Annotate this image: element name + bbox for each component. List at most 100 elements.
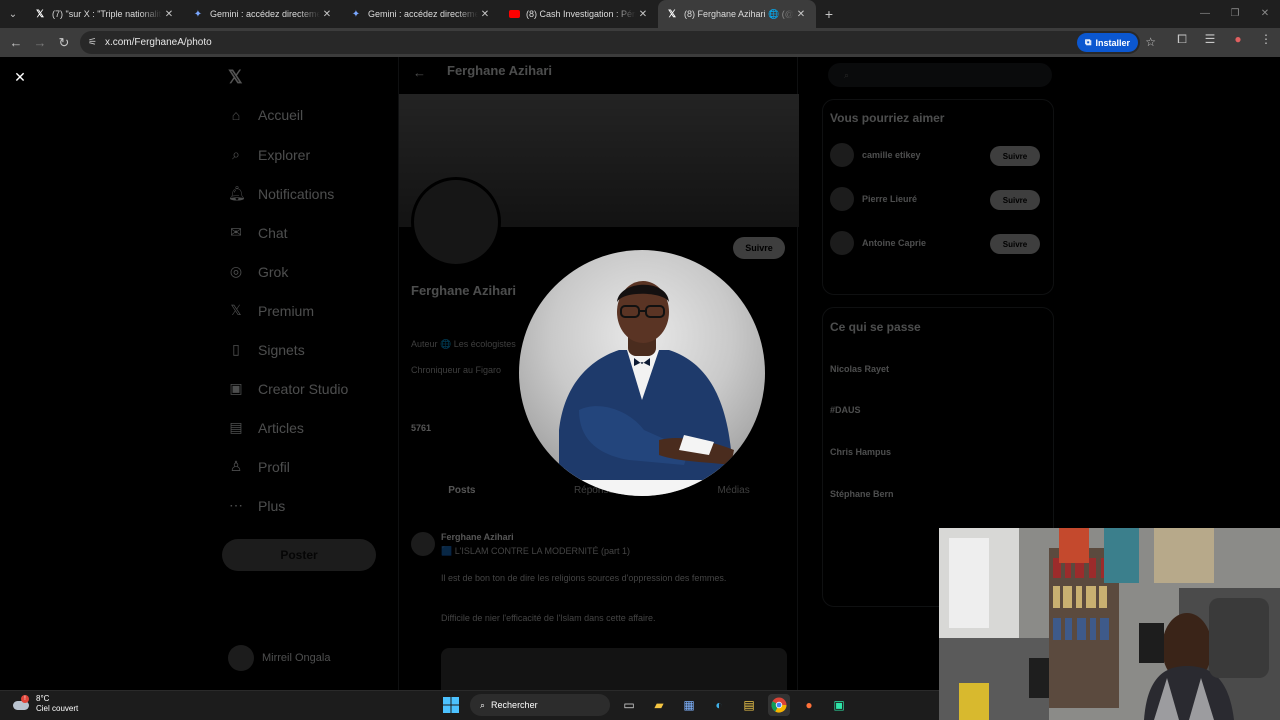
address-bar[interactable]: ⚟ x.com/FerghaneA/photo xyxy=(80,31,1140,54)
nav-label: Plus xyxy=(258,497,286,514)
task-view-icon[interactable]: ▭ xyxy=(618,694,640,716)
trend-item[interactable]: Chris Hampus xyxy=(830,447,891,457)
account-switcher[interactable]: Mirreil Ongala xyxy=(228,645,330,671)
nav-label: Articles xyxy=(258,419,304,436)
avatar xyxy=(830,187,854,211)
webcam-overlay xyxy=(939,528,1280,720)
nav-item-chat[interactable]: ✉ Chat xyxy=(228,224,287,241)
avatar xyxy=(228,645,254,671)
back-arrow-icon[interactable]: ← xyxy=(413,65,426,80)
x-logo-icon[interactable]: 𝕏 xyxy=(228,67,243,88)
store-icon[interactable]: ▤ xyxy=(738,694,760,716)
weather-desc: Ciel couvert xyxy=(36,704,79,713)
nav-item-profile[interactable]: ♙ Profil xyxy=(228,458,290,475)
new-tab-icon[interactable]: + xyxy=(816,0,842,28)
maximize-icon[interactable]: ❐ xyxy=(1220,0,1250,28)
close-window-icon[interactable]: ✕ xyxy=(1250,0,1280,28)
tab-media[interactable]: Médias xyxy=(717,485,749,496)
follow-button[interactable]: Suivre xyxy=(990,190,1040,210)
nav-item-creator-studio[interactable]: ▣ Creator Studio xyxy=(228,380,348,397)
follow-button[interactable]: Suivre xyxy=(990,146,1040,166)
avatar xyxy=(411,532,435,556)
follow-button[interactable]: Suivre xyxy=(990,234,1040,254)
close-tab-icon[interactable]: ✕ xyxy=(794,9,808,20)
extensions-icon[interactable]: ⧠ xyxy=(1174,32,1190,47)
trend-item[interactable]: Nicolas Rayet xyxy=(830,364,889,374)
nav-item-premium[interactable]: 𝕏 Premium xyxy=(228,302,314,319)
install-app-button[interactable]: ⧉ Installer xyxy=(1077,33,1138,52)
nav-item-articles[interactable]: ▤ Articles xyxy=(228,419,304,436)
suggested-user[interactable]: camille etikey xyxy=(830,143,921,167)
suggested-user-name: Pierre Lieuré xyxy=(862,194,918,204)
nav-item-notifications[interactable]: 🔔︎ Notifications xyxy=(228,185,334,202)
file-explorer-icon[interactable]: ▰ xyxy=(648,694,670,716)
search-icon: ⌕ xyxy=(480,699,486,710)
nav-item-grok[interactable]: ◎ Grok xyxy=(228,263,288,280)
tweet-media[interactable] xyxy=(441,648,787,690)
firefox-icon[interactable]: ● xyxy=(798,694,820,716)
profile-icon[interactable]: ● xyxy=(1230,32,1246,47)
who-to-follow-title: Vous pourriez aimer xyxy=(830,111,945,125)
trend-item[interactable]: Stéphane Bern xyxy=(830,489,894,499)
chrome-icon[interactable] xyxy=(768,694,790,716)
tab-search-icon[interactable]: ⌄ xyxy=(0,0,26,28)
close-tab-icon[interactable]: ✕ xyxy=(162,9,176,20)
x-logo-icon: 𝕏 xyxy=(667,8,677,20)
tweet-author[interactable]: Ferghane Azihari xyxy=(441,532,514,542)
trend-item[interactable]: #DAUS xyxy=(830,405,861,415)
browser-tab-active[interactable]: 𝕏 (8) Ferghane Azihari 🌐 (@Ferg ✕ xyxy=(658,0,816,28)
suggested-user[interactable]: Antoine Caprie xyxy=(830,231,926,255)
profile-header-name: Ferghane Azihari xyxy=(447,63,552,78)
weather-widget[interactable]: ! 8°C Ciel couvert xyxy=(12,694,78,714)
suggested-user[interactable]: Pierre Lieuré xyxy=(830,187,917,211)
calculator-icon[interactable]: ▦ xyxy=(678,694,700,716)
minimize-icon[interactable]: — xyxy=(1190,0,1220,28)
nav-item-home[interactable]: ⌂ Accueil xyxy=(228,107,303,123)
edge-icon[interactable]: ◐ xyxy=(708,694,730,716)
profile-stats[interactable]: 5761 xyxy=(411,423,431,433)
taskbar-search[interactable]: ⌕ Rechercher xyxy=(470,694,610,716)
reload-icon[interactable]: ↻ xyxy=(52,35,76,51)
tab-title: Gemini : accédez directement à xyxy=(368,9,478,19)
tab-title: (8) Ferghane Azihari 🌐 (@Ferg xyxy=(684,8,794,19)
tab-title: (7) "sur X : "Triple nationalité fra xyxy=(52,9,162,19)
search-label: Rechercher xyxy=(491,700,538,710)
nav-label: Premium xyxy=(258,302,315,319)
nav-item-explore[interactable]: ⌕ Explorer xyxy=(228,146,310,163)
nav-item-bookmarks[interactable]: ▯ Signets xyxy=(228,341,305,358)
browser-tab[interactable]: (8) Cash Investigation : Périscola ✕ xyxy=(500,0,658,28)
close-tab-icon[interactable]: ✕ xyxy=(320,9,334,20)
suggested-user-name: Antoine Caprie xyxy=(862,238,927,248)
nav-label: Signets xyxy=(258,341,305,358)
tab-title: Gemini : accédez directement à xyxy=(210,9,320,19)
tweet-title: 🟦 L'ISLAM CONTRE LA MODERNITÉ (part 1) xyxy=(441,546,630,556)
app-icon[interactable]: ▣ xyxy=(828,694,850,716)
search-input[interactable]: ⌕ xyxy=(828,63,1052,87)
close-photo-icon[interactable]: ✕ xyxy=(12,69,28,85)
follow-button[interactable]: Suivre xyxy=(733,237,785,259)
nav-item-more[interactable]: ⋯ Plus xyxy=(228,497,285,514)
close-tab-icon[interactable]: ✕ xyxy=(636,9,650,20)
back-icon[interactable]: ← xyxy=(4,35,28,50)
bookmark-star-icon[interactable]: ☆ xyxy=(1145,35,1156,49)
post-button[interactable]: Poster xyxy=(222,539,376,571)
search-icon: ⌕ xyxy=(232,146,240,162)
install-icon: ⧉ xyxy=(1085,37,1092,47)
browser-tab-bar: ⌄ 𝕏 (7) "sur X : "Triple nationalité fra… xyxy=(0,0,1280,28)
site-info-icon[interactable]: ⚟ xyxy=(88,37,97,48)
youtube-icon xyxy=(508,8,520,20)
x-logo-icon: 𝕏 xyxy=(35,8,45,20)
menu-icon[interactable]: ⋮ xyxy=(1258,32,1274,47)
browser-tab[interactable]: ✦ Gemini : accédez directement à ✕ xyxy=(342,0,500,28)
windows-start-icon[interactable] xyxy=(440,694,462,716)
article-icon: ▤ xyxy=(229,419,243,435)
browser-tab[interactable]: ✦ Gemini : accédez directement à ✕ xyxy=(184,0,342,28)
cloud-icon: ! xyxy=(12,695,30,713)
tab-posts[interactable]: Posts xyxy=(448,485,475,496)
profile-avatar[interactable] xyxy=(411,177,501,267)
browser-tab[interactable]: 𝕏 (7) "sur X : "Triple nationalité fra ✕ xyxy=(26,0,184,28)
close-tab-icon[interactable]: ✕ xyxy=(478,9,492,20)
media-controls-icon[interactable]: ☰ xyxy=(1202,32,1218,47)
avatar xyxy=(830,143,854,167)
forward-icon[interactable]: → xyxy=(28,35,52,50)
